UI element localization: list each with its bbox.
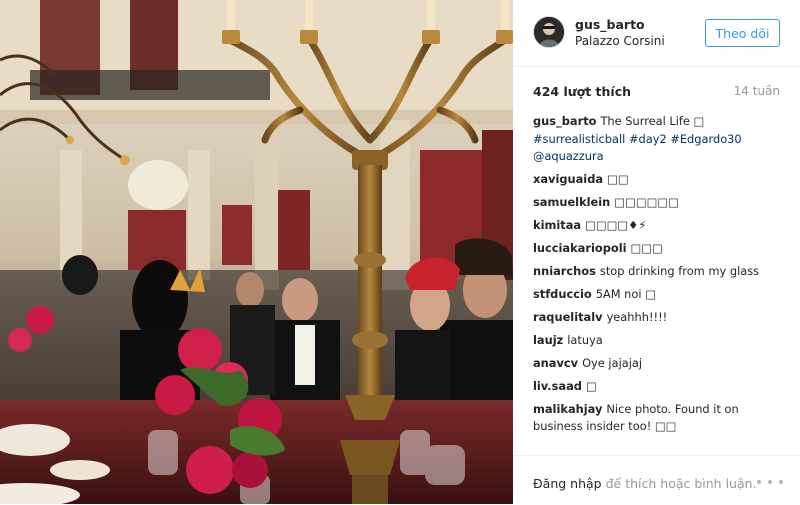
comment-username[interactable]: lucciakariopoli — [533, 241, 627, 255]
post-header: gus_barto Palazzo Corsini Theo dõi — [513, 0, 800, 67]
comment-username[interactable]: raquelitalv — [533, 310, 603, 324]
avatar[interactable] — [533, 16, 565, 48]
more-options-icon[interactable] — [757, 474, 783, 490]
comment-item: nniarchos stop drinking from my glass — [533, 263, 783, 281]
comment-text: □□□□♦⚡ — [585, 217, 647, 232]
comment-text: yeahhh!!!! — [606, 309, 668, 324]
comment-username[interactable]: stfduccio — [533, 287, 592, 301]
post-username[interactable]: gus_barto — [575, 17, 645, 32]
post-time[interactable]: 14 tuần — [734, 84, 780, 98]
comment-text: stop drinking from my glass — [599, 263, 760, 278]
login-prompt: Đăng nhập để thích hoặc bình luận. — [533, 476, 757, 491]
comment-text: □□□ — [630, 240, 663, 255]
post-photo-image — [0, 0, 513, 504]
comment-username[interactable]: kimitaa — [533, 218, 581, 232]
hashtag-link[interactable]: #surrealisticball — [533, 132, 625, 146]
likes-row: 424 lượt thích 14 tuần — [533, 84, 780, 100]
caption: gus_barto The Surreal Life □ #surrealisti… — [533, 113, 783, 166]
post-panel: gus_barto Palazzo Corsini Theo dõi 424 l… — [513, 0, 800, 504]
comment-item: stfduccio 5AM noi □ — [533, 286, 783, 304]
comment-item: malikahjay Nice photo. Found it on busine… — [533, 401, 783, 436]
comment-item: liv.saad □ — [533, 378, 783, 396]
comment-username[interactable]: malikahjay — [533, 402, 602, 416]
dot-icon — [779, 480, 783, 484]
post-location[interactable]: Palazzo Corsini — [575, 34, 665, 48]
comment-item: kimitaa □□□□♦⚡ — [533, 217, 783, 235]
comment-username[interactable]: liv.saad — [533, 379, 582, 393]
caption-username[interactable]: gus_barto — [533, 114, 596, 128]
comment-text: □□□□□□ — [614, 194, 679, 209]
comment-item: anavcv Oye jajajaj — [533, 355, 783, 373]
mention-link[interactable]: @aquazzura — [533, 149, 604, 163]
login-link[interactable]: Đăng nhập — [533, 476, 602, 491]
comment-text: □ — [585, 378, 597, 393]
comment-username[interactable]: anavcv — [533, 356, 578, 370]
likes-count[interactable]: 424 lượt thích — [533, 84, 631, 99]
comment-text: □□ — [607, 171, 629, 186]
comment-username[interactable]: nniarchos — [533, 264, 596, 278]
caption-text: The Surreal Life □ — [600, 114, 705, 128]
dot-icon — [768, 480, 772, 484]
comment-item: raquelitalv yeahhh!!!! — [533, 309, 783, 327]
login-prompt-text: để thích hoặc bình luận. — [605, 476, 757, 491]
avatar-image — [534, 17, 564, 47]
post-footer: Đăng nhập để thích hoặc bình luận. — [513, 455, 800, 505]
hashtag-link[interactable]: #day2 — [629, 132, 667, 146]
comment-username[interactable]: laujz — [533, 333, 563, 347]
comment-text: Oye jajajaj — [582, 355, 643, 370]
comment-item: lucciakariopoli □□□ — [533, 240, 783, 258]
comment-item: laujz latuya — [533, 332, 783, 350]
comment-username[interactable]: samuelklein — [533, 195, 610, 209]
comment-item: samuelklein □□□□□□ — [533, 194, 783, 212]
comment-text: 5AM noi □ — [595, 286, 656, 301]
comment-text: latuya — [567, 332, 603, 347]
dot-icon — [757, 480, 761, 484]
comments-list: gus_barto The Surreal Life □ #surrealisti… — [533, 113, 783, 441]
hashtag-link[interactable]: #Edgardo30 — [670, 132, 741, 146]
comment-username[interactable]: xaviguaida — [533, 172, 603, 186]
follow-button[interactable]: Theo dõi — [705, 19, 780, 47]
comment-item: xaviguaida □□ — [533, 171, 783, 189]
post-photo[interactable] — [0, 0, 513, 504]
